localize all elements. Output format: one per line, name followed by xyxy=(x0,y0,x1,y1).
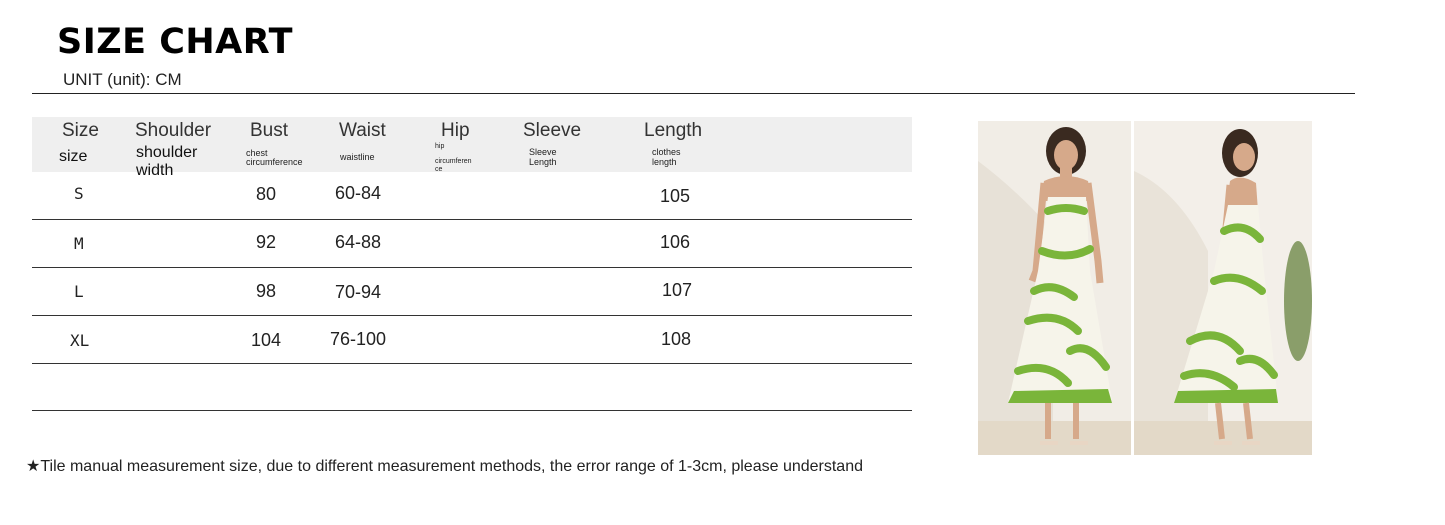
table-header: Size size Shoulder shoulder width Bust c… xyxy=(32,117,912,179)
divider xyxy=(32,93,1355,94)
table-row: XL 104 76-100 108 xyxy=(32,316,912,364)
table-row: M 92 64-88 106 xyxy=(32,220,912,268)
unit-label: UNIT (unit): CM xyxy=(63,70,182,89)
length-cell: 107 xyxy=(662,280,693,300)
header-shoulder: Shoulder xyxy=(135,120,212,141)
table-row: L 98 70-94 107 xyxy=(32,268,912,316)
header-bust-sub2: circumference xyxy=(246,157,303,167)
header-size-sub: size xyxy=(59,148,88,165)
table-row-empty xyxy=(32,364,912,411)
header-hip-sub1: hip xyxy=(435,143,445,150)
header-sleeve: Sleeve xyxy=(523,120,582,141)
waist-cell: 60-84 xyxy=(335,183,382,203)
bust-cell: 92 xyxy=(256,232,277,252)
waist-cell: 70-94 xyxy=(335,282,382,302)
length-cell: 105 xyxy=(660,186,691,206)
product-photo xyxy=(978,121,1312,455)
header-bust: Bust xyxy=(250,120,289,141)
header-waist: Waist xyxy=(339,120,386,141)
size-cell: XL xyxy=(70,331,90,350)
size-table: Size size Shoulder shoulder width Bust c… xyxy=(32,117,912,411)
waist-cell: 64-88 xyxy=(335,232,382,252)
size-cell: S xyxy=(74,184,84,203)
size-cell: M xyxy=(74,234,84,253)
bust-cell: 98 xyxy=(256,281,277,301)
floor-left xyxy=(978,421,1131,455)
bust-cell: 80 xyxy=(256,184,277,204)
panel-divider xyxy=(1131,121,1134,455)
header-size: Size xyxy=(62,120,99,141)
size-cell: L xyxy=(74,282,84,301)
bust-cell: 104 xyxy=(251,330,282,350)
length-cell: 108 xyxy=(661,329,692,349)
table-row: S 80 60-84 105 xyxy=(32,172,912,220)
header-length-sub1: clothes xyxy=(652,147,681,157)
page-title: SIZE CHART xyxy=(57,22,294,62)
header-hip: Hip xyxy=(441,120,470,141)
header-sleeve-sub1: Sleeve xyxy=(529,147,557,157)
measurement-note: ★Tile manual measurement size, due to di… xyxy=(26,458,863,475)
length-cell: 106 xyxy=(660,232,691,252)
header-shoulder-sub: shoulder xyxy=(136,144,198,161)
waist-cell: 76-100 xyxy=(330,329,387,349)
header-sleeve-sub2: Length xyxy=(529,157,557,167)
header-waist-sub: waistline xyxy=(340,152,375,162)
header-length: Length xyxy=(644,120,703,141)
header-length-sub2: length xyxy=(652,157,677,167)
